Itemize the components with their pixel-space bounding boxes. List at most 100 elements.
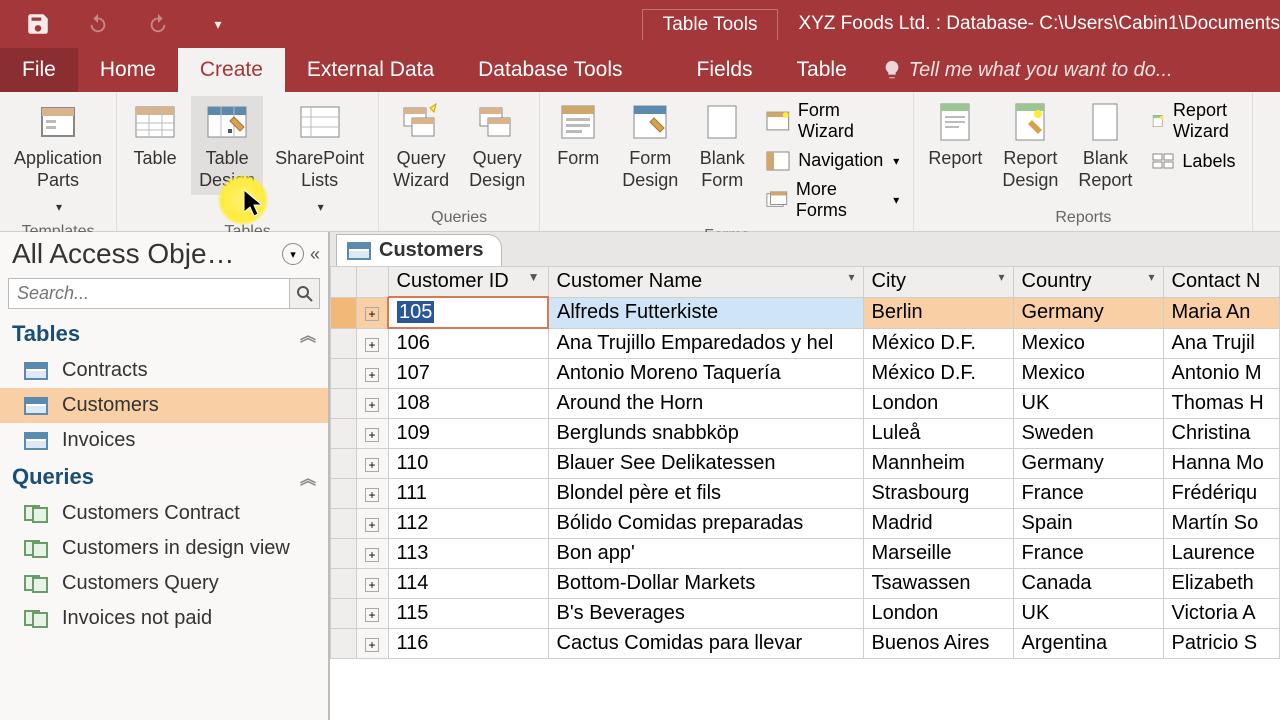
datasheet-tab-customers[interactable]: Customers xyxy=(336,234,502,266)
cell-country[interactable]: Sweden xyxy=(1013,419,1163,449)
cell-city[interactable]: Buenos Aires xyxy=(863,629,1013,659)
cell-customer-id[interactable]: 115 xyxy=(388,599,548,629)
cell-city[interactable]: México D.F. xyxy=(863,328,1013,359)
cell-city[interactable]: Mannheim xyxy=(863,449,1013,479)
row-selector[interactable] xyxy=(331,297,357,328)
cell-contact[interactable]: Victoria A xyxy=(1163,599,1280,629)
nav-query-1[interactable]: Customers in design view xyxy=(0,531,328,566)
nav-menu-icon[interactable]: ▾ xyxy=(282,243,304,265)
nav-table-contracts[interactable]: Contracts xyxy=(0,353,328,388)
cell-contact[interactable]: Patricio S xyxy=(1163,629,1280,659)
expand-row-icon[interactable]: + xyxy=(357,599,389,629)
row-selector[interactable] xyxy=(331,599,357,629)
row-selector[interactable] xyxy=(331,629,357,659)
cell-customer-id[interactable]: 108 xyxy=(388,389,548,419)
report-design-button[interactable]: Report Design xyxy=(994,96,1066,195)
qat-customize-icon[interactable]: ▾ xyxy=(198,4,238,44)
cell-customer-id[interactable]: 109 xyxy=(388,419,548,449)
cell-customer-id[interactable]: 105 xyxy=(388,297,548,328)
cell-customer-name[interactable]: Antonio Moreno Taquería xyxy=(548,359,863,389)
table-row[interactable]: +113Bon app'MarseilleFranceLaurence xyxy=(331,539,1280,569)
save-icon[interactable] xyxy=(18,4,58,44)
cell-customer-name[interactable]: Bon app' xyxy=(548,539,863,569)
expand-row-icon[interactable]: + xyxy=(357,629,389,659)
cell-contact[interactable]: Ana Trujil xyxy=(1163,328,1280,359)
cell-customer-name[interactable]: Bottom-Dollar Markets xyxy=(548,569,863,599)
cell-contact[interactable]: Maria An xyxy=(1163,297,1280,328)
cell-country[interactable]: Germany xyxy=(1013,297,1163,328)
cell-customer-name[interactable]: Berglunds snabbköp xyxy=(548,419,863,449)
row-selector[interactable] xyxy=(331,569,357,599)
expand-row-icon[interactable]: + xyxy=(357,569,389,599)
cell-country[interactable]: UK xyxy=(1013,599,1163,629)
cell-city[interactable]: México D.F. xyxy=(863,359,1013,389)
query-design-button[interactable]: Query Design xyxy=(461,96,533,195)
redo-icon[interactable] xyxy=(138,4,178,44)
table-row[interactable]: +115B's BeveragesLondonUKVictoria A xyxy=(331,599,1280,629)
table-row[interactable]: +114Bottom-Dollar MarketsTsawassenCanada… xyxy=(331,569,1280,599)
nav-table-invoices[interactable]: Invoices xyxy=(0,423,328,458)
blank-form-button[interactable]: Blank Form xyxy=(690,96,754,195)
cell-country[interactable]: France xyxy=(1013,539,1163,569)
cell-customer-id[interactable]: 113 xyxy=(388,539,548,569)
cell-country[interactable]: Canada xyxy=(1013,569,1163,599)
cell-city[interactable]: Strasbourg xyxy=(863,479,1013,509)
cell-country[interactable]: Mexico xyxy=(1013,359,1163,389)
row-selector[interactable] xyxy=(331,389,357,419)
cell-customer-name[interactable]: Blondel père et fils xyxy=(548,479,863,509)
macro-partial-button[interactable]: M xyxy=(1259,96,1280,174)
cell-customer-id[interactable]: 107 xyxy=(388,359,548,389)
row-selector[interactable] xyxy=(331,479,357,509)
table-row[interactable]: +109Berglunds snabbköpLuleåSwedenChristi… xyxy=(331,419,1280,449)
row-selector[interactable] xyxy=(331,449,357,479)
expand-row-icon[interactable]: + xyxy=(357,449,389,479)
cell-customer-id[interactable]: 110 xyxy=(388,449,548,479)
tab-file[interactable]: File xyxy=(0,48,78,92)
nav-title[interactable]: All Access Obje… xyxy=(12,238,282,270)
tab-home[interactable]: Home xyxy=(78,48,178,92)
cell-contact[interactable]: Antonio M xyxy=(1163,359,1280,389)
table-row[interactable]: +112Bólido Comidas preparadasMadridSpain… xyxy=(331,509,1280,539)
expand-row-icon[interactable]: + xyxy=(357,509,389,539)
cell-customer-name[interactable]: Cactus Comidas para llevar xyxy=(548,629,863,659)
undo-icon[interactable] xyxy=(78,4,118,44)
expand-row-icon[interactable]: + xyxy=(357,419,389,449)
col-country[interactable]: Country▾ xyxy=(1013,267,1163,298)
cell-country[interactable]: Spain xyxy=(1013,509,1163,539)
cell-contact[interactable]: Thomas H xyxy=(1163,389,1280,419)
datasheet-table[interactable]: Customer ID▼ Customer Name▾ City▾ Countr… xyxy=(330,266,1280,659)
table-row[interactable]: +107Antonio Moreno TaqueríaMéxico D.F.Me… xyxy=(331,359,1280,389)
cell-customer-name[interactable]: Around the Horn xyxy=(548,389,863,419)
cell-city[interactable]: Berlin xyxy=(863,297,1013,328)
tab-external-data[interactable]: External Data xyxy=(285,48,456,92)
cell-customer-id[interactable]: 116 xyxy=(388,629,548,659)
nav-query-3[interactable]: Invoices not paid xyxy=(0,601,328,636)
col-contact-name[interactable]: Contact N xyxy=(1163,267,1280,298)
expand-row-icon[interactable]: + xyxy=(357,297,389,328)
labels-button[interactable]: Labels xyxy=(1152,150,1235,172)
cell-contact[interactable]: Elizabeth xyxy=(1163,569,1280,599)
collapse-nav-icon[interactable]: « xyxy=(310,244,320,265)
cell-contact[interactable]: Hanna Mo xyxy=(1163,449,1280,479)
form-wizard-button[interactable]: Form Wizard xyxy=(766,100,899,142)
nav-group-queries[interactable]: Queries︽ xyxy=(0,458,328,496)
nav-table-customers[interactable]: Customers xyxy=(0,388,328,423)
cell-customer-name[interactable]: Blauer See Delikatessen xyxy=(548,449,863,479)
cell-country[interactable]: UK xyxy=(1013,389,1163,419)
table-row[interactable]: +110Blauer See DelikatessenMannheimGerma… xyxy=(331,449,1280,479)
cell-city[interactable]: Luleå xyxy=(863,419,1013,449)
col-customer-id[interactable]: Customer ID▼ xyxy=(388,267,548,298)
table-row[interactable]: +108Around the HornLondonUKThomas H xyxy=(331,389,1280,419)
cell-contact[interactable]: Martín So xyxy=(1163,509,1280,539)
cell-customer-id[interactable]: 114 xyxy=(388,569,548,599)
nav-query-2[interactable]: Customers Query xyxy=(0,566,328,601)
expand-row-icon[interactable]: + xyxy=(357,539,389,569)
row-selector[interactable] xyxy=(331,509,357,539)
cell-city[interactable]: Tsawassen xyxy=(863,569,1013,599)
cell-contact[interactable]: Christina xyxy=(1163,419,1280,449)
cell-contact[interactable]: Laurence xyxy=(1163,539,1280,569)
row-selector[interactable] xyxy=(331,539,357,569)
tab-table[interactable]: Table xyxy=(775,48,869,92)
expand-row-icon[interactable]: + xyxy=(357,328,389,359)
col-customer-name[interactable]: Customer Name▾ xyxy=(548,267,863,298)
